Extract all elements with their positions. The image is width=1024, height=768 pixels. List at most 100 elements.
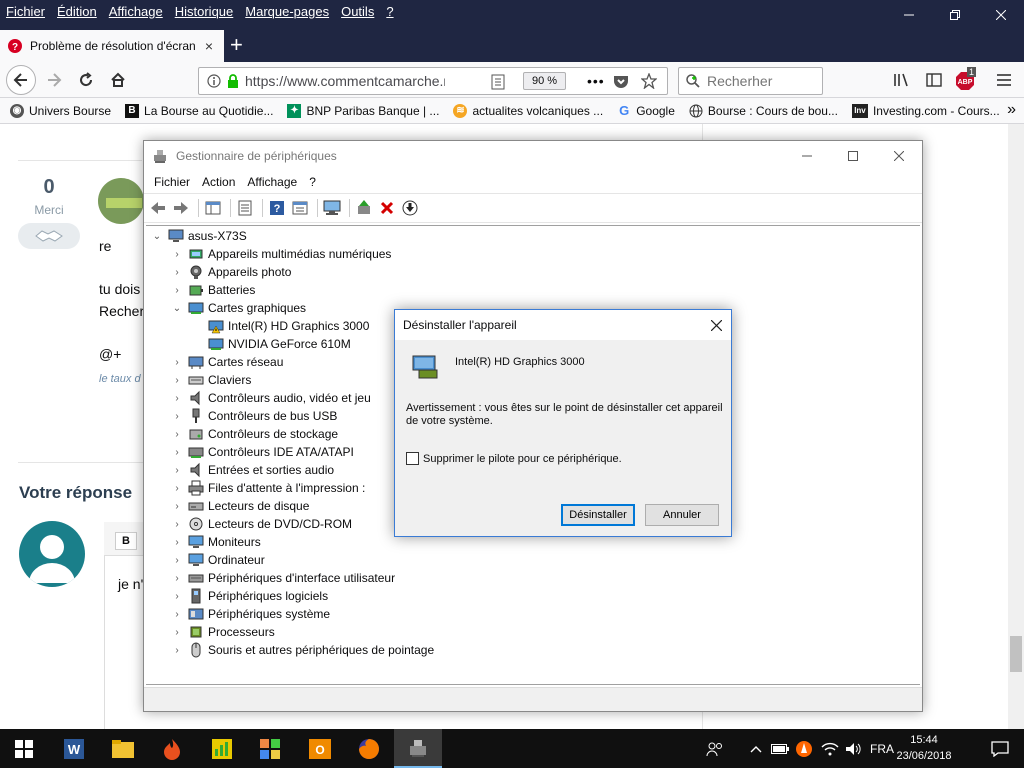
menu-affichage[interactable]: Affichage (103, 4, 169, 19)
tab-close-icon[interactable]: × (202, 38, 216, 54)
search-bar[interactable] (678, 67, 823, 95)
expand-chevron-icon[interactable]: › (170, 465, 184, 476)
tree-item[interactable]: › Lecteurs de DVD/CD-ROM (170, 515, 352, 533)
bookmark-bourse-cours[interactable]: Bourse : Cours de bou... (689, 104, 838, 118)
flame-app-icon[interactable] (148, 729, 196, 768)
pocket-icon[interactable] (613, 74, 629, 89)
tree-item[interactable]: › Appareils photo (170, 263, 291, 281)
chart-app-icon[interactable] (198, 729, 246, 768)
show-hidden-icons-chevron-icon[interactable] (744, 729, 768, 768)
url-bar[interactable]: https://www.commentcamarche.n 90 % ••• (198, 67, 668, 95)
expand-chevron-icon[interactable]: › (170, 573, 184, 584)
adblock-icon[interactable]: ABP 1 (952, 66, 980, 94)
merci-button[interactable] (18, 223, 80, 249)
hamburger-menu-icon[interactable] (990, 66, 1018, 94)
scan-hardware-icon[interactable] (322, 198, 342, 218)
menu-edition[interactable]: Édition (51, 4, 103, 19)
new-tab-button[interactable]: + (230, 34, 243, 56)
console-tree-icon[interactable] (203, 198, 223, 218)
bookmark-bnp[interactable]: ✦ BNP Paribas Banque | ... (287, 103, 439, 118)
tree-item[interactable]: › Contrôleurs de bus USB (170, 407, 337, 425)
bookmarks-overflow-button[interactable]: » (1007, 101, 1016, 119)
menu-fichier[interactable]: Fichier (148, 175, 196, 189)
tree-item[interactable]: ⌄ Cartes graphiques (170, 299, 306, 317)
close-icon[interactable] (876, 141, 922, 171)
tree-root[interactable]: ⌄ asus-X73S (150, 227, 247, 245)
expand-chevron-icon[interactable]: › (170, 249, 184, 260)
expand-chevron-icon[interactable]: › (170, 411, 184, 422)
bookmark-investing[interactable]: Inv Investing.com - Cours... (851, 103, 1000, 118)
sidebar-icon[interactable] (920, 66, 948, 94)
tree-item[interactable]: › Périphériques d'interface utilisateur (170, 569, 395, 587)
uninstall-device-icon[interactable] (377, 198, 397, 218)
expand-chevron-icon[interactable]: › (170, 645, 184, 656)
expand-chevron-icon[interactable]: › (170, 393, 184, 404)
view-icon[interactable] (290, 198, 310, 218)
menu-outils[interactable]: Outils (335, 4, 380, 19)
firefox-app-icon[interactable] (345, 729, 393, 768)
home-button[interactable] (104, 66, 132, 94)
update-driver-icon[interactable] (354, 198, 374, 218)
bookmark-star-icon[interactable] (641, 73, 657, 89)
search-input[interactable] (707, 73, 817, 89)
wifi-icon[interactable] (818, 729, 842, 768)
properties-icon[interactable] (235, 198, 255, 218)
system-clock[interactable]: 15:44 23/06/2018 (896, 732, 952, 764)
expand-chevron-icon[interactable]: › (170, 501, 184, 512)
tree-item[interactable]: › Souris et autres périphériques de poin… (170, 641, 434, 659)
tree-item[interactable]: › Contrôleurs audio, vidéo et jeu (170, 389, 371, 407)
dialog-close-icon[interactable] (701, 310, 731, 340)
language-indicator[interactable]: FRA (866, 729, 898, 768)
collapse-chevron-icon[interactable]: ⌄ (170, 303, 184, 314)
file-explorer-icon[interactable] (99, 729, 147, 768)
expand-chevron-icon[interactable]: › (170, 627, 184, 638)
battery-icon[interactable] (768, 729, 792, 768)
reader-view-icon[interactable] (491, 74, 505, 90)
menu-action[interactable]: Action (196, 175, 241, 189)
tree-item[interactable]: › Périphériques système (170, 605, 330, 623)
forward-button[interactable] (40, 66, 68, 94)
back-arrow-icon[interactable] (148, 198, 168, 218)
tree-item[interactable]: › Entrées et sorties audio (170, 461, 334, 479)
expand-chevron-icon[interactable]: › (170, 483, 184, 494)
tree-item[interactable]: › Cartes réseau (170, 353, 283, 371)
bookmark-volcaniques[interactable]: ≋ actualites volcaniques ... (453, 103, 603, 118)
bold-button[interactable]: B (115, 532, 137, 550)
action-center-icon[interactable] (976, 729, 1024, 768)
expand-chevron-icon[interactable]: › (170, 555, 184, 566)
uninstall-button[interactable]: Désinstaller (561, 504, 635, 526)
start-button[interactable] (0, 729, 48, 768)
tree-item[interactable]: › Batteries (170, 281, 255, 299)
library-icon[interactable] (888, 66, 916, 94)
volume-icon[interactable] (842, 729, 866, 768)
menu-help[interactable]: ? (380, 4, 399, 19)
tree-item[interactable]: › Ordinateur (170, 551, 264, 569)
expand-chevron-icon[interactable]: › (170, 285, 184, 296)
device-manager-taskbar-icon[interactable] (394, 729, 442, 768)
avast-icon[interactable] (792, 729, 816, 768)
people-icon[interactable] (700, 729, 730, 768)
expand-chevron-icon[interactable]: › (170, 429, 184, 440)
info-icon[interactable] (207, 74, 221, 88)
menu-historique[interactable]: Historique (169, 4, 240, 19)
forward-arrow-icon[interactable] (171, 198, 191, 218)
expand-chevron-icon[interactable]: › (170, 609, 184, 620)
tree-item[interactable]: › Moniteurs (170, 533, 260, 551)
tab-active[interactable]: ? Problème de résolution d'écran × (0, 30, 224, 62)
tree-item[interactable]: NVIDIA GeForce 610M (190, 335, 351, 353)
cancel-button[interactable]: Annuler (645, 504, 719, 526)
reload-button[interactable] (72, 66, 100, 94)
help-icon[interactable]: ? (267, 198, 287, 218)
expand-chevron-icon[interactable]: › (170, 537, 184, 548)
menu-help[interactable]: ? (303, 175, 322, 189)
tree-item[interactable]: › Appareils multimédias numériques (170, 245, 391, 263)
menu-affichage[interactable]: Affichage (241, 175, 303, 189)
expand-chevron-icon[interactable]: › (170, 375, 184, 386)
bookmark-google[interactable]: G Google (617, 103, 675, 118)
menu-fichier[interactable]: Fichier (0, 4, 51, 19)
tree-item[interactable]: › Périphériques logiciels (170, 587, 328, 605)
menu-marque-pages[interactable]: Marque-pages (239, 4, 335, 19)
tree-item[interactable]: › Files d'attente à l'impression : (170, 479, 365, 497)
zoom-level[interactable]: 90 % (523, 72, 567, 90)
grid-app-icon[interactable] (246, 729, 294, 768)
